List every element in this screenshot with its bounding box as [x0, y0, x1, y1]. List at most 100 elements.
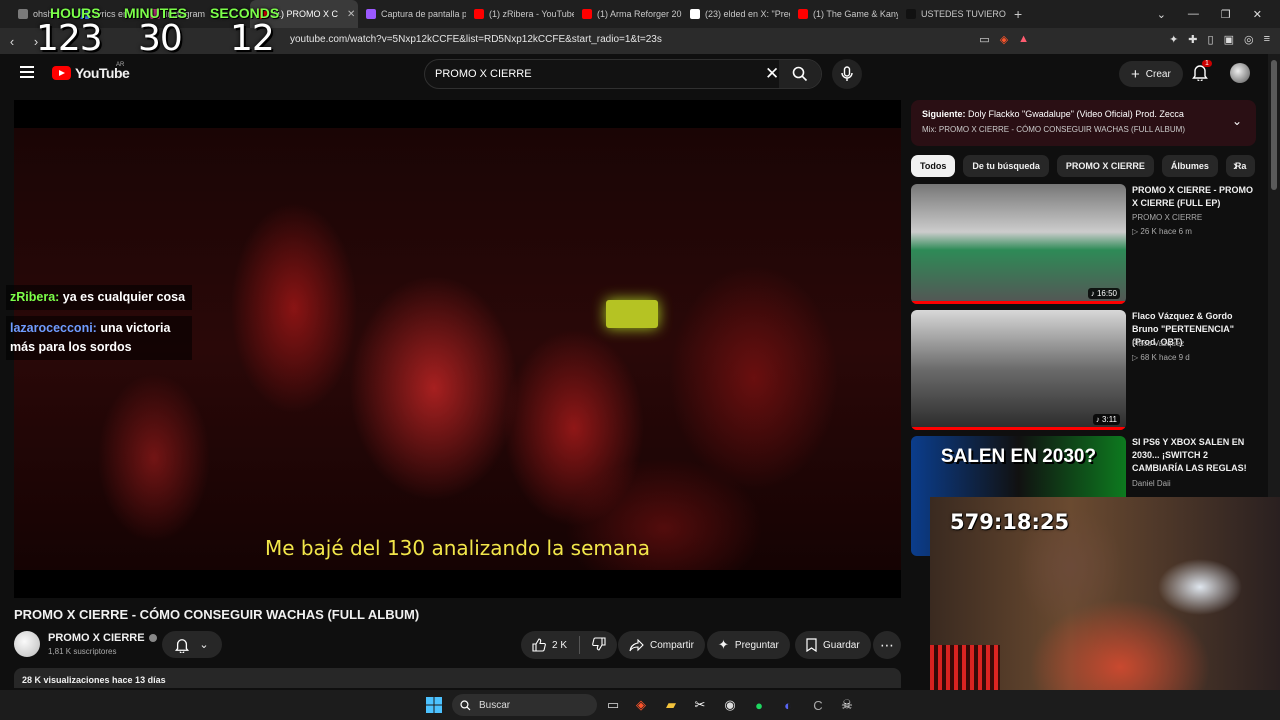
ask-button[interactable]: ✦ Preguntar: [707, 631, 790, 659]
video-title[interactable]: SI PS6 Y XBOX SALEN EN 2030... ¡SWITCH 2…: [1132, 436, 1257, 475]
obs-icon[interactable]: ◉: [721, 696, 739, 714]
puzzle-icon[interactable]: ✚: [1188, 33, 1197, 46]
channel-name[interactable]: Daniel Daii: [1132, 479, 1171, 488]
subscription-bell-button[interactable]: ⌄: [162, 631, 222, 658]
bookmark-icon: [806, 638, 817, 652]
new-tab-button[interactable]: +: [1006, 0, 1030, 28]
discord-icon[interactable]: ◐: [779, 696, 797, 714]
watch-progress-bar: [911, 427, 1126, 430]
close-window-icon[interactable]: ✕: [1253, 8, 1262, 21]
chevron-down-icon: ⌄: [199, 639, 209, 651]
windows-taskbar: Buscar ▭ ◈ ▰ ✂ ◉ ● ◐ C ☠: [0, 690, 1280, 720]
recommended-video[interactable]: ♪ 3:11 Flaco Vázquez & Gordo Bruno "PERTE…: [911, 310, 1256, 432]
browser-extensions: ▭ ◈ ▲ ✦ ✚ ▯ ▣ ◎ ≡: [979, 33, 1270, 46]
channel-name[interactable]: Flaco Vazquez: [1132, 339, 1184, 348]
browser-tab[interactable]: (1) The Game & Kanye: [790, 0, 898, 28]
account-avatar[interactable]: [1230, 63, 1250, 83]
vpn-icon[interactable]: ◎: [1244, 33, 1254, 46]
browser-tab[interactable]: Captura de pantalla p: [358, 0, 466, 28]
sidebar-icon[interactable]: ▯: [1208, 33, 1214, 46]
like-button[interactable]: 2 K: [532, 638, 567, 652]
search-button[interactable]: [779, 60, 821, 88]
filter-chip[interactable]: Álbumes: [1161, 155, 1218, 177]
up-next-panel[interactable]: Siguiente: Doly Flackko "Gwadalupe" (Vid…: [911, 100, 1256, 146]
brave-browser-icon[interactable]: ◈: [632, 696, 650, 714]
thumbs-up-icon: [532, 638, 546, 652]
save-button[interactable]: Guardar: [795, 631, 871, 659]
rewards-icon[interactable]: ▲: [1018, 33, 1029, 46]
cast-icon[interactable]: ▭: [979, 33, 989, 46]
windows-start-icon[interactable]: [425, 696, 443, 714]
notification-badge: 1: [1202, 60, 1212, 67]
browser-tab[interactable]: (1) Arma Reforger 202: [574, 0, 682, 28]
ccleaner-icon[interactable]: C: [809, 696, 827, 714]
minutes-value: 30: [138, 18, 183, 59]
channel-name[interactable]: PROMO X CIERRE: [48, 632, 157, 644]
capcut-icon[interactable]: ✂: [691, 696, 709, 714]
clear-search-icon[interactable]: ✕: [765, 64, 779, 84]
create-button[interactable]: + Crear: [1119, 61, 1183, 87]
chevron-down-icon[interactable]: ⌄: [1232, 114, 1242, 128]
channel-avatar[interactable]: [14, 631, 40, 657]
youtube-logo[interactable]: YouTube AR: [52, 62, 130, 81]
brave-shield-icon[interactable]: ◈: [1000, 33, 1008, 46]
filter-chip[interactable]: De tu búsqueda: [963, 155, 1049, 177]
skull-app-icon[interactable]: ☠: [838, 696, 856, 714]
tab-search-icon[interactable]: ⌄: [1157, 8, 1166, 21]
browser-tab[interactable]: USTEDES TUVIERON E: [898, 0, 1006, 28]
subscriber-count: 1,81 K suscriptores: [48, 647, 117, 656]
tab-favicon-icon: [582, 9, 592, 19]
minimize-icon[interactable]: —: [1188, 8, 1199, 20]
ask-label: Preguntar: [734, 639, 779, 651]
video-title[interactable]: PROMO X CIERRE - PROMO X CIERRE (FULL EP…: [1132, 184, 1257, 210]
filter-chip[interactable]: PROMO X CIERRE: [1056, 155, 1154, 177]
tab-favicon-icon: [474, 9, 484, 19]
browser-tab[interactable]: (1) zRibera - YouTube: [466, 0, 574, 28]
taskbar-search-label: Buscar: [479, 699, 511, 711]
video-meta: ▷ 68 K hace 9 d: [1132, 353, 1190, 362]
wallet-icon[interactable]: ▣: [1224, 33, 1234, 46]
share-button[interactable]: Compartir: [618, 631, 705, 659]
channel-name[interactable]: PROMO X CIERRE: [1132, 213, 1202, 222]
taskbar-search[interactable]: Buscar: [452, 694, 597, 716]
dislike-button[interactable]: [592, 636, 606, 654]
maximize-icon[interactable]: ❐: [1221, 8, 1231, 21]
filter-chip[interactable]: Todos: [911, 155, 956, 177]
chevron-right-icon[interactable]: ›: [1233, 157, 1238, 173]
thumbnail-text: SALEN EN 2030?: [940, 446, 1097, 467]
tab-label: USTEDES TUVIERON E: [921, 9, 1006, 19]
more-actions-button[interactable]: ⋯: [873, 631, 901, 659]
voice-search-button[interactable]: [832, 59, 862, 89]
scrollbar-thumb[interactable]: [1271, 60, 1277, 190]
notifications-button[interactable]: 1: [1192, 60, 1212, 86]
tab-favicon-icon: [366, 9, 376, 19]
close-tab-icon[interactable]: ✕: [347, 9, 355, 20]
up-next-title: Doly Flackko "Gwadalupe" (Video Oficial)…: [965, 109, 1184, 119]
save-label: Guardar: [823, 639, 860, 651]
file-explorer-icon[interactable]: ▰: [662, 696, 680, 714]
search-input[interactable]: PROMO X CIERRE: [435, 68, 532, 80]
neon-sign: [606, 300, 658, 328]
search-box[interactable]: PROMO X CIERRE ✕: [424, 59, 822, 89]
menu-button[interactable]: [20, 66, 34, 78]
video-subtitle: Me bajé del 130 analizando la semana: [264, 536, 651, 560]
plus-icon: +: [1131, 65, 1140, 83]
browser-tab[interactable]: (23) elded en X: "Preg: [682, 0, 790, 28]
chat-text: ya es cualquier cosa: [59, 290, 186, 304]
filter-chip[interactable]: Ra: [1225, 155, 1256, 177]
video-thumbnail[interactable]: ♪ 3:11: [911, 310, 1126, 430]
recommended-video[interactable]: ♪ 16:50 PROMO X CIERRE - PROMO X CIERRE (…: [911, 184, 1256, 306]
video-thumbnail[interactable]: ♪ 16:50: [911, 184, 1126, 304]
video-meta: ▷ 26 K hace 6 m: [1132, 227, 1192, 236]
youtube-header: YouTube AR PROMO X CIERRE ✕ + Crear 1: [0, 54, 1268, 94]
filter-chips: Todos De tu búsqueda PROMO X CIERRE Álbumes…: [911, 155, 1256, 177]
task-view-icon[interactable]: ▭: [604, 696, 622, 714]
bell-icon: [175, 638, 190, 653]
menu-icon[interactable]: ≡: [1264, 33, 1270, 46]
url-field[interactable]: youtube.com/watch?v=5Nxp12kCCFE&list=RD5…: [290, 34, 662, 45]
spotify-icon[interactable]: ●: [750, 696, 768, 714]
webcam-timer: 579:18:25: [950, 510, 1070, 534]
seconds-value: 12: [230, 18, 275, 59]
extension-icon[interactable]: ✦: [1169, 33, 1178, 46]
up-next-line: Siguiente: Doly Flackko "Gwadalupe" (Vid…: [922, 109, 1184, 119]
